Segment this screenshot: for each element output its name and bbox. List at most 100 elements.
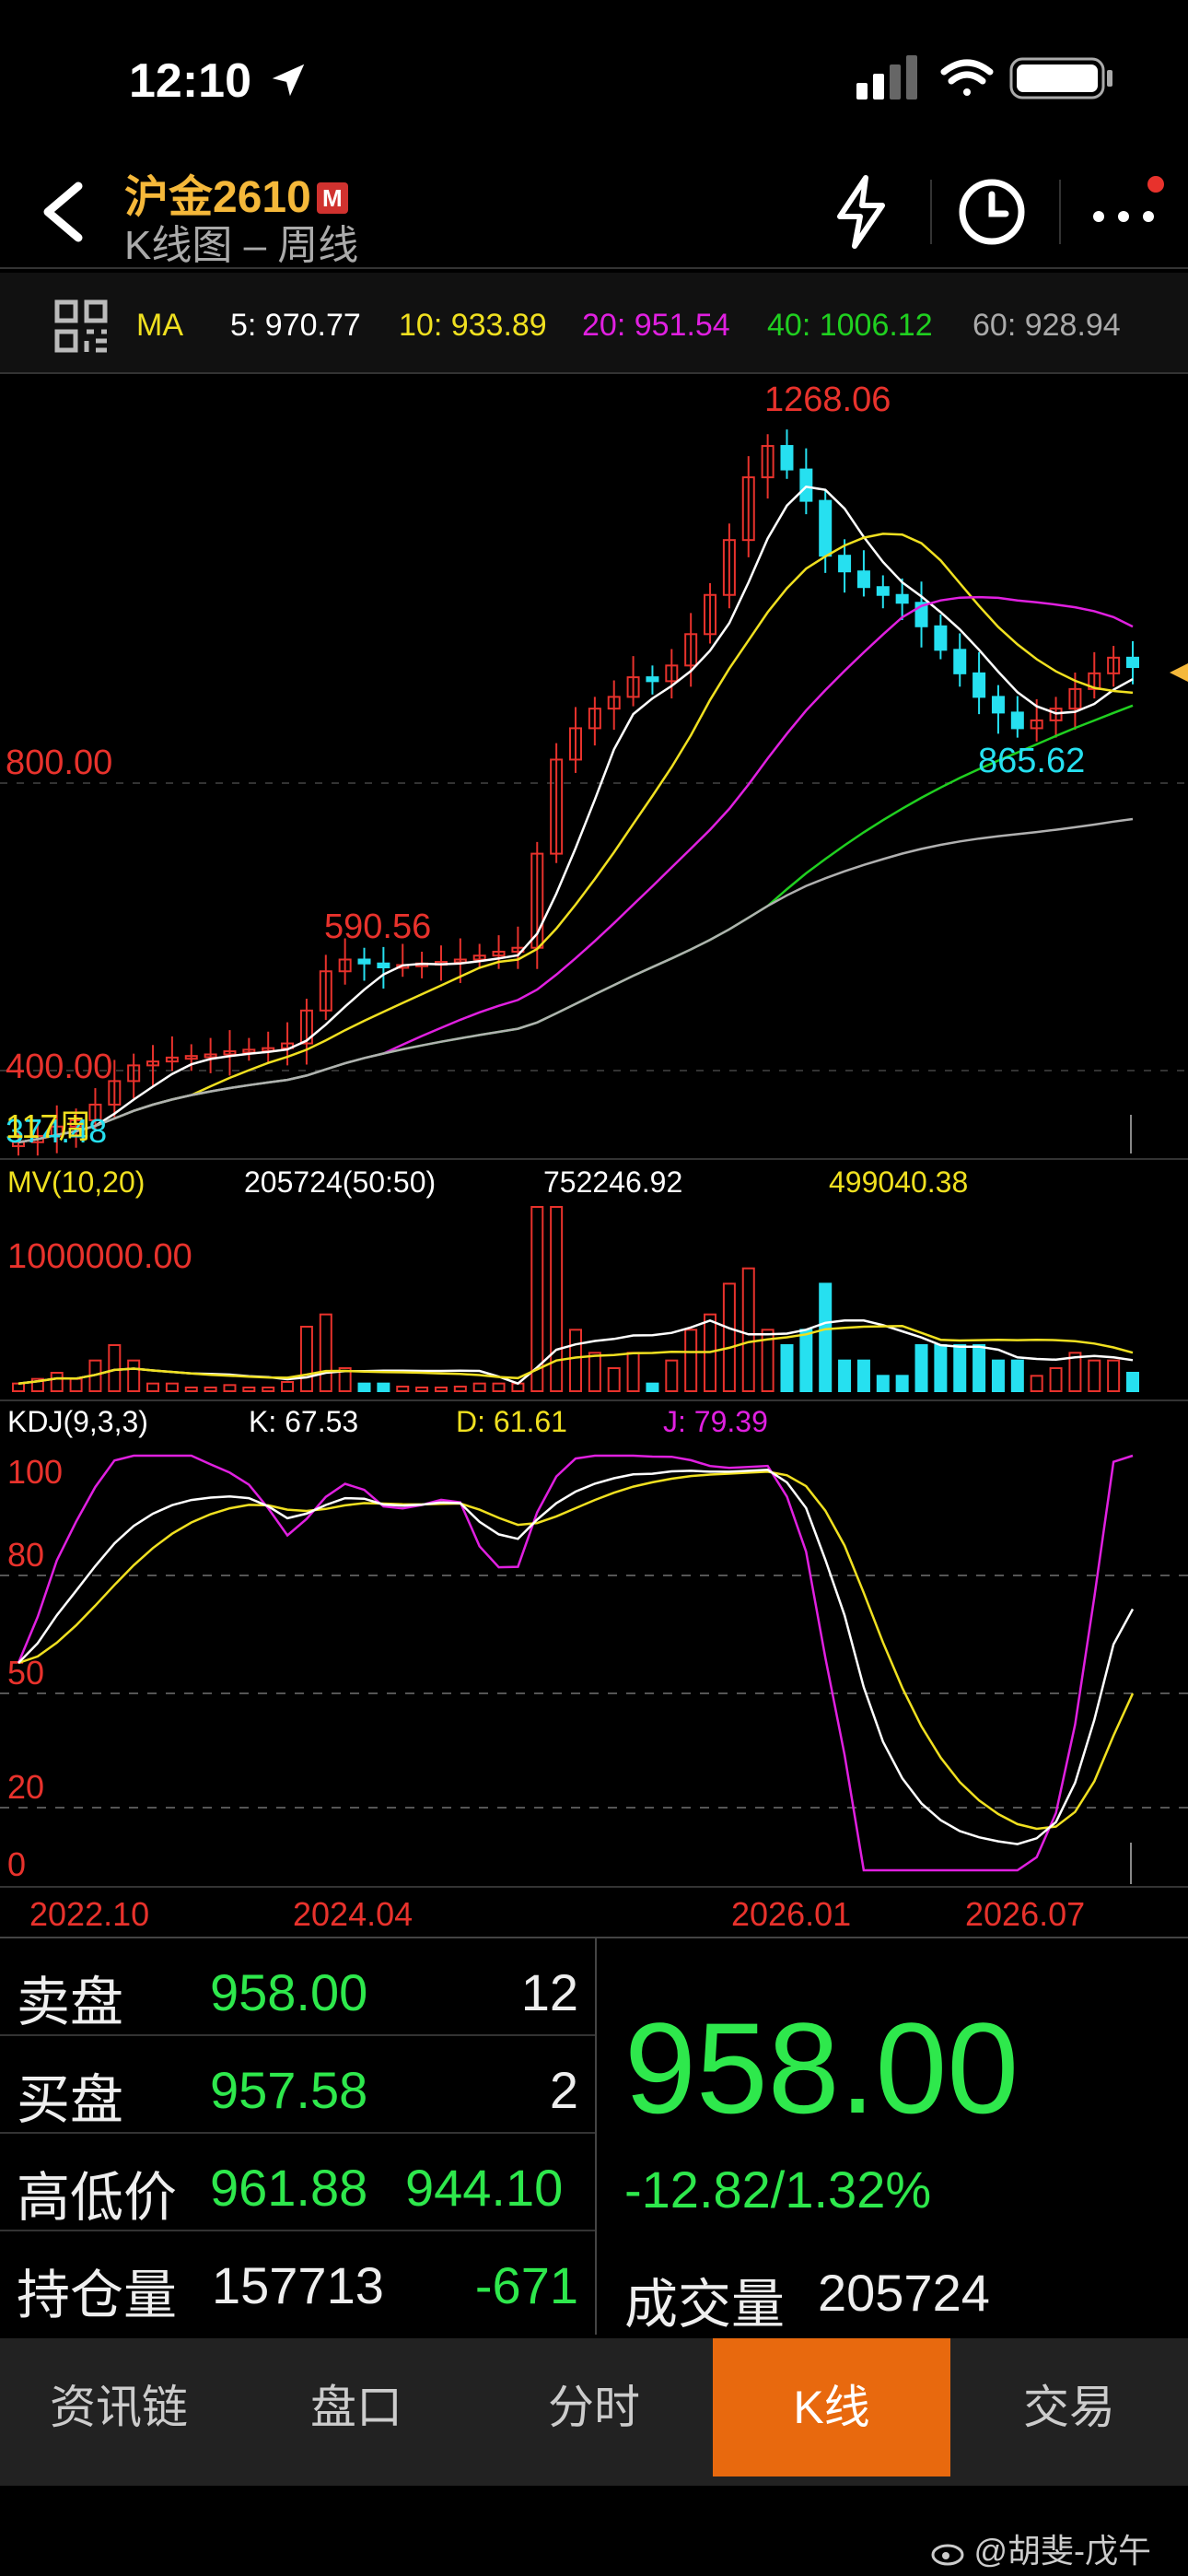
- volume-bar: [453, 1386, 467, 1392]
- ma20-line: [17, 595, 1134, 1144]
- kdj-tick-80: 80: [7, 1536, 44, 1574]
- price-pointer-icon: [1170, 663, 1188, 682]
- volume-bar: [607, 1367, 621, 1392]
- mid-price-label: 590.56: [324, 907, 431, 946]
- weibo-icon: [931, 2544, 964, 2566]
- nav-bar: 沪金2610 M K线图 – 周线: [0, 157, 1188, 269]
- location-arrow-icon: [272, 64, 305, 97]
- volume-bar: [319, 1313, 332, 1393]
- volume-bar: [127, 1359, 141, 1392]
- wifi-icon: [940, 59, 994, 96]
- kdj-tick-0: 0: [7, 1845, 26, 1883]
- volume-bar: [1049, 1367, 1063, 1392]
- volume-bar: [299, 1326, 313, 1392]
- volume-bars-group: [12, 1206, 1139, 1393]
- kline-chart-svg[interactable]: 1268.06 865.62 590.56 800.00 400.00 374.…: [0, 378, 1188, 1935]
- back-icon[interactable]: [28, 175, 101, 249]
- volume-bar: [684, 1329, 698, 1393]
- volume-bar: [69, 1377, 83, 1392]
- volume-bar: [146, 1382, 160, 1392]
- candle-body: [646, 676, 659, 683]
- volume-bar: [281, 1381, 295, 1392]
- volume-axis-label: 1000000.00: [7, 1237, 192, 1276]
- volume-bar: [377, 1382, 390, 1392]
- volume-bar: [953, 1344, 967, 1392]
- chart-area[interactable]: 1268.06 865.62 590.56 800.00 400.00 374.…: [0, 378, 1188, 1935]
- sell-label: 卖盘: [17, 1973, 124, 2032]
- kdj-tick-20: 20: [7, 1768, 44, 1806]
- tab-news-chain[interactable]: 资讯链: [0, 2338, 238, 2476]
- kdj-label: KDJ(9,3,3): [7, 1405, 148, 1438]
- volume-bar: [838, 1359, 852, 1392]
- mv20-value: 499040.38: [829, 1165, 968, 1199]
- candle-body: [856, 570, 870, 589]
- ma-lines-group: [17, 485, 1134, 1144]
- volume-bar: [741, 1267, 755, 1393]
- ma5-line: [17, 485, 1134, 1144]
- clock-icon[interactable]: [950, 170, 1033, 253]
- candle-body: [357, 958, 371, 965]
- candle-body: [991, 696, 1005, 714]
- volume-value: 205724(50:50): [244, 1165, 436, 1199]
- volume-bar: [799, 1329, 813, 1393]
- date-tick: 2022.10: [29, 1895, 149, 1933]
- ma5-value: 5: 970.77: [230, 308, 361, 343]
- volume-bar: [876, 1375, 890, 1393]
- volume-bar: [973, 1344, 986, 1392]
- candle-body: [895, 593, 909, 604]
- volume-bar: [434, 1387, 448, 1392]
- price-grid: [0, 782, 1188, 1071]
- ma-indicator-bar: MA 5: 970.77 10: 933.89 20: 951.54 40: 1…: [0, 273, 1188, 374]
- candle-body: [838, 555, 852, 573]
- buy-label: 买盘: [17, 2070, 124, 2130]
- status-time: 12:10: [129, 54, 251, 108]
- volume-bar: [472, 1382, 486, 1392]
- status-icons: [856, 55, 1112, 100]
- tab-intraday[interactable]: 分时: [475, 2338, 713, 2476]
- candle-body: [934, 625, 948, 651]
- volume-bar: [108, 1344, 122, 1392]
- candle-body: [780, 445, 794, 471]
- page-subtitle: K线图 – 周线: [124, 223, 359, 268]
- ma20-value: 20: 951.54: [582, 308, 730, 343]
- ma-label: MA: [136, 308, 183, 343]
- signal-icon: [856, 55, 917, 100]
- main-contract-badge: M: [316, 182, 348, 214]
- ma10-line: [17, 533, 1134, 1144]
- sell-price: 958.00: [210, 1963, 368, 2021]
- candles-group: [12, 429, 1139, 1156]
- volume-bar: [165, 1382, 179, 1392]
- volume-bar: [780, 1344, 794, 1392]
- lightning-icon[interactable]: [820, 170, 903, 253]
- volume-bar: [856, 1359, 870, 1392]
- grid-icon[interactable]: [53, 299, 111, 356]
- open-interest-label: 持仓量: [17, 2266, 178, 2325]
- nav-separator: [930, 180, 932, 244]
- volume-bar: [12, 1382, 25, 1392]
- tab-kline[interactable]: K线: [713, 2338, 950, 2476]
- quote-panel: 卖盘 958.00 12 买盘 957.58 2 高低价 961.88 944.…: [0, 1937, 1188, 2335]
- status-bar: 12:10: [0, 0, 1188, 157]
- quote-divider: [595, 1938, 597, 2335]
- bottom-tab-bar: 资讯链 盘口 分时 K线 交易: [0, 2338, 1188, 2486]
- volume-label: MV(10,20): [7, 1165, 145, 1199]
- tab-order-book[interactable]: 盘口: [238, 2338, 475, 2476]
- price-change: -12.82/1.32%: [624, 2160, 932, 2219]
- more-icon[interactable]: [1082, 170, 1165, 253]
- low-price: 944.10: [405, 2159, 564, 2217]
- volume-bar: [396, 1386, 410, 1392]
- volume-bar: [569, 1329, 582, 1393]
- tab-trade[interactable]: 交易: [950, 2338, 1188, 2476]
- kdj-d-line: [17, 1470, 1135, 1831]
- volume-bar: [1088, 1359, 1101, 1392]
- volume-bar: [415, 1387, 429, 1392]
- nav-separator: [1059, 180, 1061, 244]
- open-interest-value: 157713: [212, 2256, 384, 2314]
- volume-bar: [1126, 1372, 1139, 1392]
- candle-body: [377, 962, 390, 969]
- candle-body: [799, 468, 813, 502]
- volume-bar: [722, 1282, 736, 1392]
- buy-price: 957.58: [210, 2061, 368, 2119]
- volume-bar: [550, 1206, 564, 1392]
- volume-bar: [492, 1382, 506, 1392]
